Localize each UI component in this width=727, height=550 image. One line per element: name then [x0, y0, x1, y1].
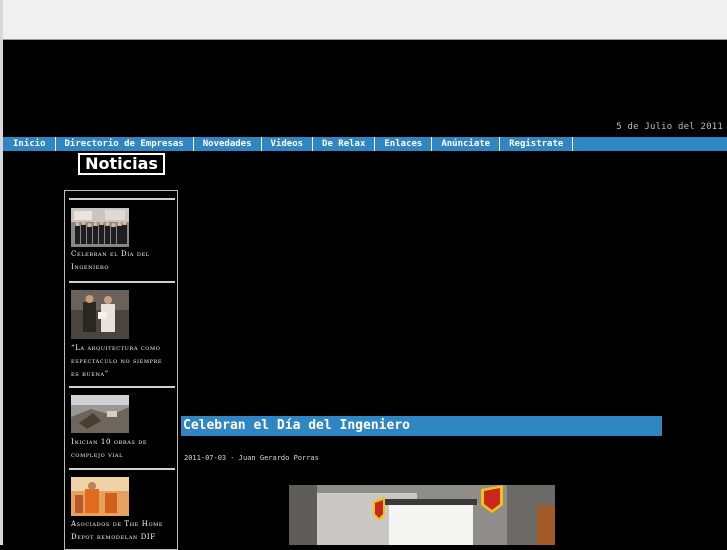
article-photo	[289, 485, 555, 545]
nav-item-videos[interactable]: Videos	[262, 137, 314, 151]
news-item-title[interactable]: Inician 10 obras de complejo vial	[71, 436, 173, 462]
news-thumbnail[interactable]	[71, 208, 129, 247]
architects-photo	[71, 290, 129, 339]
sidebar-divider	[69, 198, 175, 200]
current-date: 5 de Julio del 2011	[616, 122, 723, 132]
news-item-title[interactable]: Asociados de The Home Depot remodelan DI…	[71, 518, 173, 544]
news-sidebar: Celebran el Día del Ingeniero “La arquit…	[64, 190, 178, 550]
article-title[interactable]: Celebran el Día del Ingeniero	[181, 416, 662, 436]
volunteers-photo	[71, 477, 129, 516]
sidebar-divider	[69, 281, 175, 283]
nav-item-registrate[interactable]: Registrate	[500, 137, 574, 151]
main-nav: Inicio Directorio de Empresas Novedades …	[3, 137, 727, 151]
event-stage-photo	[289, 485, 555, 545]
news-item-title[interactable]: Celebran el Día del Ingeniero	[71, 248, 173, 274]
nav-item-directorio[interactable]: Directorio de Empresas	[56, 137, 194, 151]
nav-item-de-relax[interactable]: De Relax	[313, 137, 376, 151]
news-section-title: Noticias	[78, 153, 165, 175]
sidebar-divider	[69, 386, 175, 388]
browser-top-bar	[0, 0, 727, 40]
article-byline: 2011-07-03 - Juan Gerardo Porras	[184, 454, 319, 462]
left-edge	[0, 0, 3, 545]
nav-item-anunciate[interactable]: Anúnciate	[432, 137, 501, 151]
news-thumbnail[interactable]	[71, 477, 129, 516]
nav-item-novedades[interactable]: Novedades	[194, 137, 262, 151]
news-thumbnail[interactable]	[71, 290, 129, 339]
news-thumbnail[interactable]	[71, 395, 129, 433]
nav-item-enlaces[interactable]: Enlaces	[375, 137, 433, 151]
nav-item-inicio[interactable]: Inicio	[3, 137, 56, 151]
road-works-photo	[71, 395, 129, 433]
engineers-group-photo	[71, 208, 129, 247]
sidebar-divider	[69, 468, 175, 470]
news-item-title[interactable]: “La arquitectura como espectáculo no sie…	[71, 342, 173, 381]
